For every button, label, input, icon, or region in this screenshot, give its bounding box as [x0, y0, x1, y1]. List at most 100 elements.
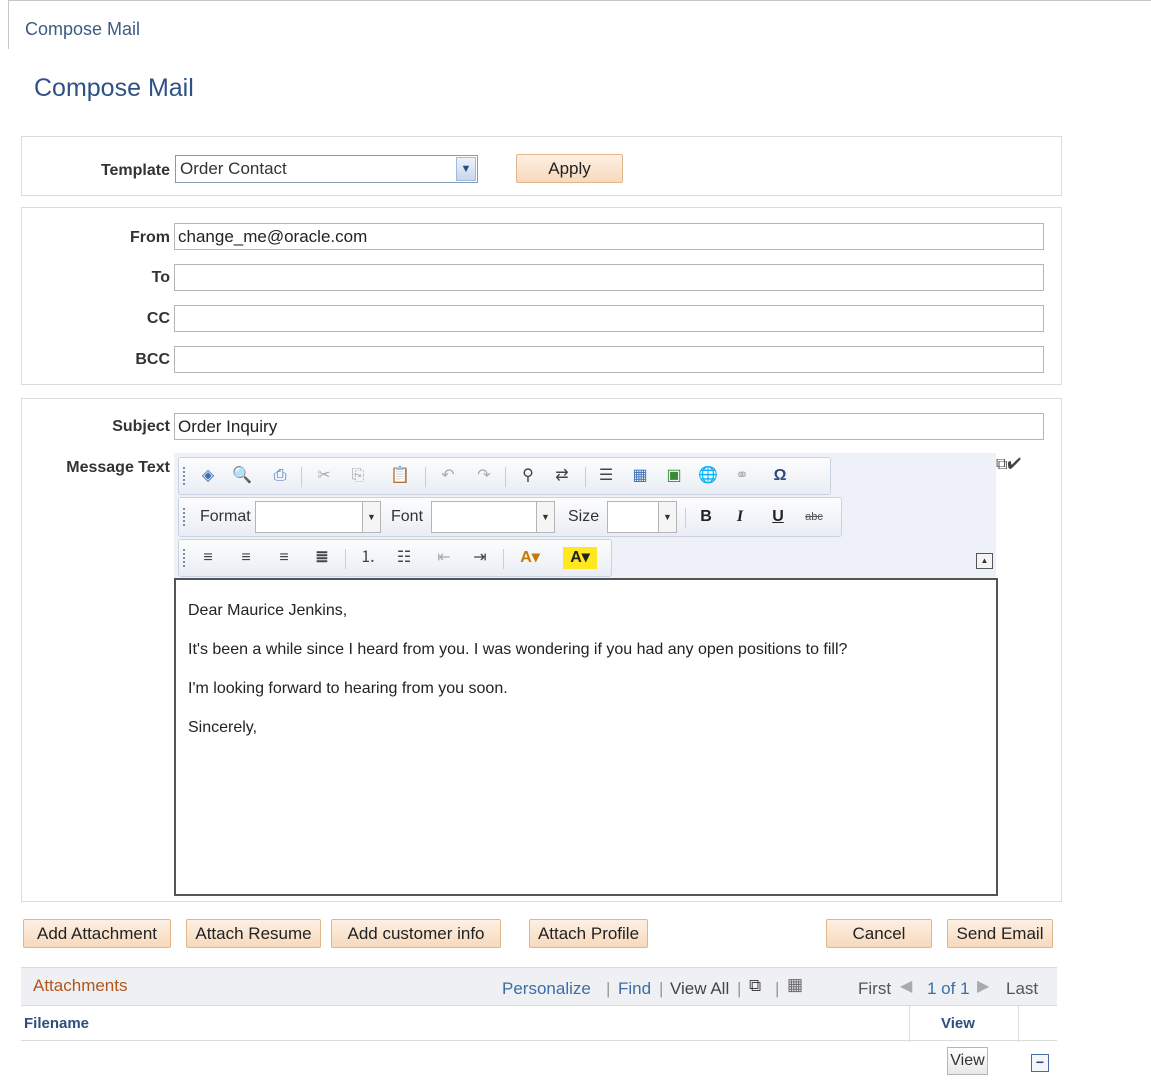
message-line: I'm looking forward to hearing from you … — [188, 680, 508, 697]
size-dropdown[interactable]: ▼ — [607, 501, 677, 533]
redo-icon[interactable]: ↷ — [473, 465, 495, 487]
replace-icon[interactable]: ⇄ — [551, 465, 573, 487]
view-all-link[interactable]: View All — [670, 979, 729, 999]
cc-label: CC — [146, 310, 170, 327]
table-icon[interactable]: ▦ — [629, 465, 651, 487]
find-icon[interactable]: ⚲ — [517, 465, 539, 487]
new-window-icon[interactable]: ⧉ — [749, 976, 761, 996]
chevron-down-icon: ▼ — [658, 502, 676, 532]
template-select-value: Order Contact — [180, 159, 287, 178]
toolbar-separator — [345, 549, 346, 569]
outdent-icon[interactable]: ⇤ — [433, 547, 455, 569]
add-attachment-button[interactable]: Add Attachment — [23, 919, 171, 948]
delete-row-icon[interactable]: − — [1031, 1054, 1049, 1072]
italic-icon[interactable]: I — [729, 506, 751, 528]
to-field[interactable] — [174, 264, 1044, 291]
separator-text: | — [606, 979, 611, 998]
personalize-link[interactable]: Personalize — [502, 979, 591, 999]
format-dropdown[interactable]: ▼ — [255, 501, 381, 533]
toolbar-separator — [425, 467, 426, 487]
bulleted-list-icon[interactable]: ☷ — [393, 547, 415, 569]
align-left-icon[interactable]: ≡ — [197, 547, 219, 569]
apply-button[interactable]: Apply — [516, 154, 623, 183]
format-label: Format — [200, 508, 251, 525]
underline-icon[interactable]: U — [767, 506, 789, 528]
text-color-icon[interactable]: A▾ — [513, 547, 547, 569]
table-row: View − — [21, 1041, 1057, 1084]
horizontal-rule-icon[interactable]: ☰ — [595, 465, 617, 487]
font-dropdown[interactable]: ▼ — [431, 501, 555, 533]
add-customer-info-button[interactable]: Add customer info — [331, 919, 501, 948]
chevron-down-icon: ▼ — [536, 502, 554, 532]
justify-icon[interactable]: ≣ — [311, 547, 333, 569]
collapse-toolbar-icon[interactable]: ▲ — [976, 553, 993, 569]
source-icon[interactable]: ◈ — [197, 465, 219, 487]
copy-icon[interactable]: ⎘ — [347, 465, 369, 487]
editor-expand-icon[interactable]: ⧉✔ — [996, 456, 1044, 478]
toolbar-grip — [183, 508, 186, 526]
send-email-button[interactable]: Send Email — [947, 919, 1053, 948]
numbered-list-icon[interactable]: ⒈ — [357, 547, 379, 569]
chevron-down-icon: ▼ — [362, 502, 380, 532]
align-center-icon[interactable]: ≡ — [235, 547, 257, 569]
attachments-title: Attachments — [33, 976, 128, 995]
separator-text: | — [659, 979, 664, 998]
size-label: Size — [568, 508, 600, 525]
previous-icon[interactable]: ◀ — [900, 976, 912, 996]
attach-resume-button[interactable]: Attach Resume — [186, 919, 321, 948]
last-label: Last — [1006, 979, 1039, 998]
cut-icon[interactable]: ✂ — [313, 465, 335, 487]
indent-icon[interactable]: ⇥ — [469, 547, 491, 569]
attachments-column-header: Filename View — [21, 1005, 1057, 1042]
print-icon[interactable]: ⎙ — [269, 465, 291, 487]
filename-column-header: Filename — [24, 1015, 90, 1032]
separator-text: | — [775, 979, 780, 998]
font-label: Font — [391, 508, 424, 525]
message-editor[interactable]: Dear Maurice Jenkins, It's been a while … — [174, 578, 998, 896]
template-select[interactable]: Order Contact ▼ — [175, 155, 478, 183]
download-spreadsheet-icon[interactable]: ▦ — [787, 975, 803, 995]
from-field[interactable]: change_me@oracle.com — [174, 223, 1044, 250]
breadcrumb-label: Compose Mail — [25, 19, 141, 39]
align-right-icon[interactable]: ≡ — [273, 547, 295, 569]
unlink-icon[interactable]: ⚭ — [731, 465, 753, 487]
breadcrumb: Compose Mail — [8, 0, 1151, 49]
link-icon[interactable]: 🌐 — [697, 465, 719, 487]
paste-icon[interactable]: 📋 — [389, 465, 411, 487]
next-icon[interactable]: ▶ — [977, 976, 989, 996]
toolbar-separator — [503, 549, 504, 569]
special-char-icon[interactable]: Ω — [769, 465, 791, 487]
toolbar-row-2: Format ▼ Font ▼ Size ▼ B I U abc — [178, 497, 842, 537]
subject-label: Subject — [112, 418, 170, 435]
attach-profile-button[interactable]: Attach Profile — [529, 919, 648, 948]
first-label: First — [858, 979, 892, 998]
chevron-down-icon: ▼ — [456, 157, 476, 181]
toolbar-separator — [301, 467, 302, 487]
find-link[interactable]: Find — [618, 979, 651, 999]
view-button[interactable]: View — [947, 1047, 988, 1075]
strikethrough-icon[interactable]: abc — [803, 506, 825, 528]
message-text-label: Message Text — [66, 459, 170, 476]
toolbar-grip — [183, 549, 186, 567]
background-color-icon[interactable]: A▾ — [563, 547, 597, 569]
message-line: It's been a while since I heard from you… — [188, 641, 848, 658]
toolbar-separator — [685, 508, 686, 528]
message-line: Sincerely, — [188, 719, 258, 736]
undo-icon[interactable]: ↶ — [437, 465, 459, 487]
column-divider — [909, 1006, 910, 1042]
preview-icon[interactable]: 🔍 — [231, 465, 253, 487]
toolbar-row-1: ◈ 🔍 ⎙ ✂ ⎘ 📋 ↶ ↷ ⚲ ⇄ ☰ ▦ ▣ 🌐 ⚭ Ω — [178, 457, 831, 495]
toolbar-grip — [183, 467, 186, 485]
view-column-header: View — [941, 1015, 975, 1032]
bold-icon[interactable]: B — [695, 506, 717, 528]
image-icon[interactable]: ▣ — [663, 465, 685, 487]
subject-field[interactable]: Order Inquiry — [174, 413, 1044, 440]
page-title: Compose Mail — [34, 74, 194, 102]
toolbar-separator — [585, 467, 586, 487]
cancel-button[interactable]: Cancel — [826, 919, 932, 948]
column-divider — [1018, 1006, 1019, 1042]
template-label: Template — [100, 162, 170, 179]
bcc-field[interactable] — [174, 346, 1044, 373]
cc-field[interactable] — [174, 305, 1044, 332]
to-label: To — [151, 269, 170, 286]
